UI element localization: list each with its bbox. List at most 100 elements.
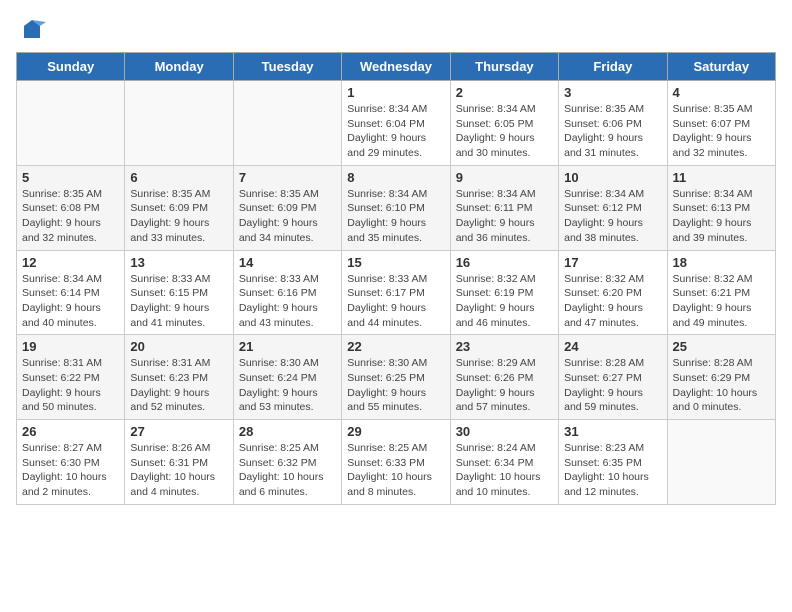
calendar-cell: 26Sunrise: 8:27 AM Sunset: 6:30 PM Dayli…: [17, 420, 125, 505]
cell-content: Sunrise: 8:24 AM Sunset: 6:34 PM Dayligh…: [456, 441, 553, 500]
cell-content: Sunrise: 8:27 AM Sunset: 6:30 PM Dayligh…: [22, 441, 119, 500]
day-number: 15: [347, 255, 444, 270]
calendar-cell: 15 Sunrise: 8:33 AM Sunset: 6:17 PM Dayli…: [342, 250, 450, 335]
day-number: 14: [239, 255, 336, 270]
cell-content: Sunrise: 8:34 AM Sunset: 6:13 PM Dayligh…: [673, 187, 770, 246]
day-number: 17: [564, 255, 661, 270]
day-number: 4: [673, 85, 770, 100]
calendar-cell: 17 Sunrise: 8:32 AM Sunset: 6:20 PM Dayli…: [559, 250, 667, 335]
page-header: [16, 16, 776, 44]
cell-content: Sunrise: 8:32 AM Sunset: 6:19 PM Dayligh…: [456, 272, 553, 331]
calendar-cell: 25 Sunrise: 8:28 AM Sunset: 6:29 PM Dayli…: [667, 335, 775, 420]
calendar-week-2: 5 Sunrise: 8:35 AM Sunset: 6:08 PM Daylig…: [17, 165, 776, 250]
day-number: 24: [564, 339, 661, 354]
calendar-cell: 24 Sunrise: 8:28 AM Sunset: 6:27 PM Dayli…: [559, 335, 667, 420]
cell-content: Sunrise: 8:30 AM Sunset: 6:25 PM Dayligh…: [347, 356, 444, 415]
calendar-cell: 31 Sunrise: 8:23 AM Sunset: 6:35 PM Dayli…: [559, 420, 667, 505]
cell-content: Sunrise: 8:23 AM Sunset: 6:35 PM Dayligh…: [564, 441, 661, 500]
cell-content: Sunrise: 8:34 AM Sunset: 6:12 PM Dayligh…: [564, 187, 661, 246]
cell-content: Sunrise: 8:26 AM Sunset: 6:31 PM Dayligh…: [130, 441, 227, 500]
cell-content: Sunrise: 8:31 AM Sunset: 6:22 PM Dayligh…: [22, 356, 119, 415]
logo: [16, 16, 46, 44]
header-day-thursday: Thursday: [450, 53, 558, 81]
header-day-friday: Friday: [559, 53, 667, 81]
day-number: 19: [22, 339, 119, 354]
calendar-cell: 10 Sunrise: 8:34 AM Sunset: 6:12 PM Dayli…: [559, 165, 667, 250]
day-number: 20: [130, 339, 227, 354]
calendar-cell: 3 Sunrise: 8:35 AM Sunset: 6:06 PM Daylig…: [559, 81, 667, 166]
calendar-cell: 18 Sunrise: 8:32 AM Sunset: 6:21 PM Dayli…: [667, 250, 775, 335]
cell-content: Sunrise: 8:31 AM Sunset: 6:23 PM Dayligh…: [130, 356, 227, 415]
cell-content: Sunrise: 8:33 AM Sunset: 6:17 PM Dayligh…: [347, 272, 444, 331]
day-number: 11: [673, 170, 770, 185]
calendar-cell: 13 Sunrise: 8:33 AM Sunset: 6:15 PM Dayli…: [125, 250, 233, 335]
calendar-cell: 4 Sunrise: 8:35 AM Sunset: 6:07 PM Daylig…: [667, 81, 775, 166]
logo-icon: [18, 16, 46, 44]
day-number: 25: [673, 339, 770, 354]
cell-content: Sunrise: 8:28 AM Sunset: 6:27 PM Dayligh…: [564, 356, 661, 415]
calendar-week-1: 1Sunrise: 8:34 AM Sunset: 6:04 PM Daylig…: [17, 81, 776, 166]
cell-content: Sunrise: 8:25 AM Sunset: 6:32 PM Dayligh…: [239, 441, 336, 500]
cell-content: Sunrise: 8:33 AM Sunset: 6:16 PM Dayligh…: [239, 272, 336, 331]
day-number: 16: [456, 255, 553, 270]
calendar-cell: 28 Sunrise: 8:25 AM Sunset: 6:32 PM Dayli…: [233, 420, 341, 505]
cell-content: Sunrise: 8:25 AM Sunset: 6:33 PM Dayligh…: [347, 441, 444, 500]
calendar-cell: 21Sunrise: 8:30 AM Sunset: 6:24 PM Dayli…: [233, 335, 341, 420]
day-number: 28: [239, 424, 336, 439]
header-day-monday: Monday: [125, 53, 233, 81]
calendar-week-4: 19 Sunrise: 8:31 AM Sunset: 6:22 PM Dayli…: [17, 335, 776, 420]
cell-content: Sunrise: 8:34 AM Sunset: 6:05 PM Dayligh…: [456, 102, 553, 161]
cell-content: Sunrise: 8:35 AM Sunset: 6:09 PM Dayligh…: [130, 187, 227, 246]
cell-content: Sunrise: 8:30 AM Sunset: 6:24 PM Dayligh…: [239, 356, 336, 415]
cell-content: Sunrise: 8:35 AM Sunset: 6:07 PM Dayligh…: [673, 102, 770, 161]
cell-content: Sunrise: 8:34 AM Sunset: 6:11 PM Dayligh…: [456, 187, 553, 246]
calendar-cell: 30 Sunrise: 8:24 AM Sunset: 6:34 PM Dayli…: [450, 420, 558, 505]
header-day-sunday: Sunday: [17, 53, 125, 81]
cell-content: Sunrise: 8:35 AM Sunset: 6:08 PM Dayligh…: [22, 187, 119, 246]
calendar-cell: 5 Sunrise: 8:35 AM Sunset: 6:08 PM Daylig…: [17, 165, 125, 250]
day-number: 3: [564, 85, 661, 100]
day-number: 1: [347, 85, 444, 100]
calendar-cell: 9Sunrise: 8:34 AM Sunset: 6:11 PM Daylig…: [450, 165, 558, 250]
calendar-cell: [667, 420, 775, 505]
day-number: 8: [347, 170, 444, 185]
day-number: 22: [347, 339, 444, 354]
calendar-table: SundayMondayTuesdayWednesdayThursdayFrid…: [16, 52, 776, 505]
calendar-cell: 20 Sunrise: 8:31 AM Sunset: 6:23 PM Dayli…: [125, 335, 233, 420]
day-number: 27: [130, 424, 227, 439]
calendar-cell: 1Sunrise: 8:34 AM Sunset: 6:04 PM Daylig…: [342, 81, 450, 166]
day-number: 13: [130, 255, 227, 270]
day-number: 10: [564, 170, 661, 185]
header-row: SundayMondayTuesdayWednesdayThursdayFrid…: [17, 53, 776, 81]
calendar-cell: 22 Sunrise: 8:30 AM Sunset: 6:25 PM Dayli…: [342, 335, 450, 420]
cell-content: Sunrise: 8:32 AM Sunset: 6:20 PM Dayligh…: [564, 272, 661, 331]
cell-content: Sunrise: 8:32 AM Sunset: 6:21 PM Dayligh…: [673, 272, 770, 331]
calendar-cell: 29 Sunrise: 8:25 AM Sunset: 6:33 PM Dayli…: [342, 420, 450, 505]
calendar-cell: 27 Sunrise: 8:26 AM Sunset: 6:31 PM Dayli…: [125, 420, 233, 505]
calendar-week-5: 26Sunrise: 8:27 AM Sunset: 6:30 PM Dayli…: [17, 420, 776, 505]
calendar-body: 1Sunrise: 8:34 AM Sunset: 6:04 PM Daylig…: [17, 81, 776, 505]
cell-content: Sunrise: 8:28 AM Sunset: 6:29 PM Dayligh…: [673, 356, 770, 415]
calendar-cell: 23 Sunrise: 8:29 AM Sunset: 6:26 PM Dayli…: [450, 335, 558, 420]
day-number: 30: [456, 424, 553, 439]
calendar-cell: 8Sunrise: 8:34 AM Sunset: 6:10 PM Daylig…: [342, 165, 450, 250]
cell-content: Sunrise: 8:35 AM Sunset: 6:06 PM Dayligh…: [564, 102, 661, 161]
day-number: 29: [347, 424, 444, 439]
calendar-cell: 12Sunrise: 8:34 AM Sunset: 6:14 PM Dayli…: [17, 250, 125, 335]
calendar-cell: 19 Sunrise: 8:31 AM Sunset: 6:22 PM Dayli…: [17, 335, 125, 420]
header-day-wednesday: Wednesday: [342, 53, 450, 81]
cell-content: Sunrise: 8:29 AM Sunset: 6:26 PM Dayligh…: [456, 356, 553, 415]
day-number: 23: [456, 339, 553, 354]
day-number: 5: [22, 170, 119, 185]
cell-content: Sunrise: 8:35 AM Sunset: 6:09 PM Dayligh…: [239, 187, 336, 246]
calendar-cell: [125, 81, 233, 166]
cell-content: Sunrise: 8:33 AM Sunset: 6:15 PM Dayligh…: [130, 272, 227, 331]
calendar-cell: [17, 81, 125, 166]
calendar-week-3: 12Sunrise: 8:34 AM Sunset: 6:14 PM Dayli…: [17, 250, 776, 335]
day-number: 12: [22, 255, 119, 270]
calendar-cell: 7Sunrise: 8:35 AM Sunset: 6:09 PM Daylig…: [233, 165, 341, 250]
header-day-tuesday: Tuesday: [233, 53, 341, 81]
day-number: 31: [564, 424, 661, 439]
calendar-cell: 2Sunrise: 8:34 AM Sunset: 6:05 PM Daylig…: [450, 81, 558, 166]
day-number: 18: [673, 255, 770, 270]
